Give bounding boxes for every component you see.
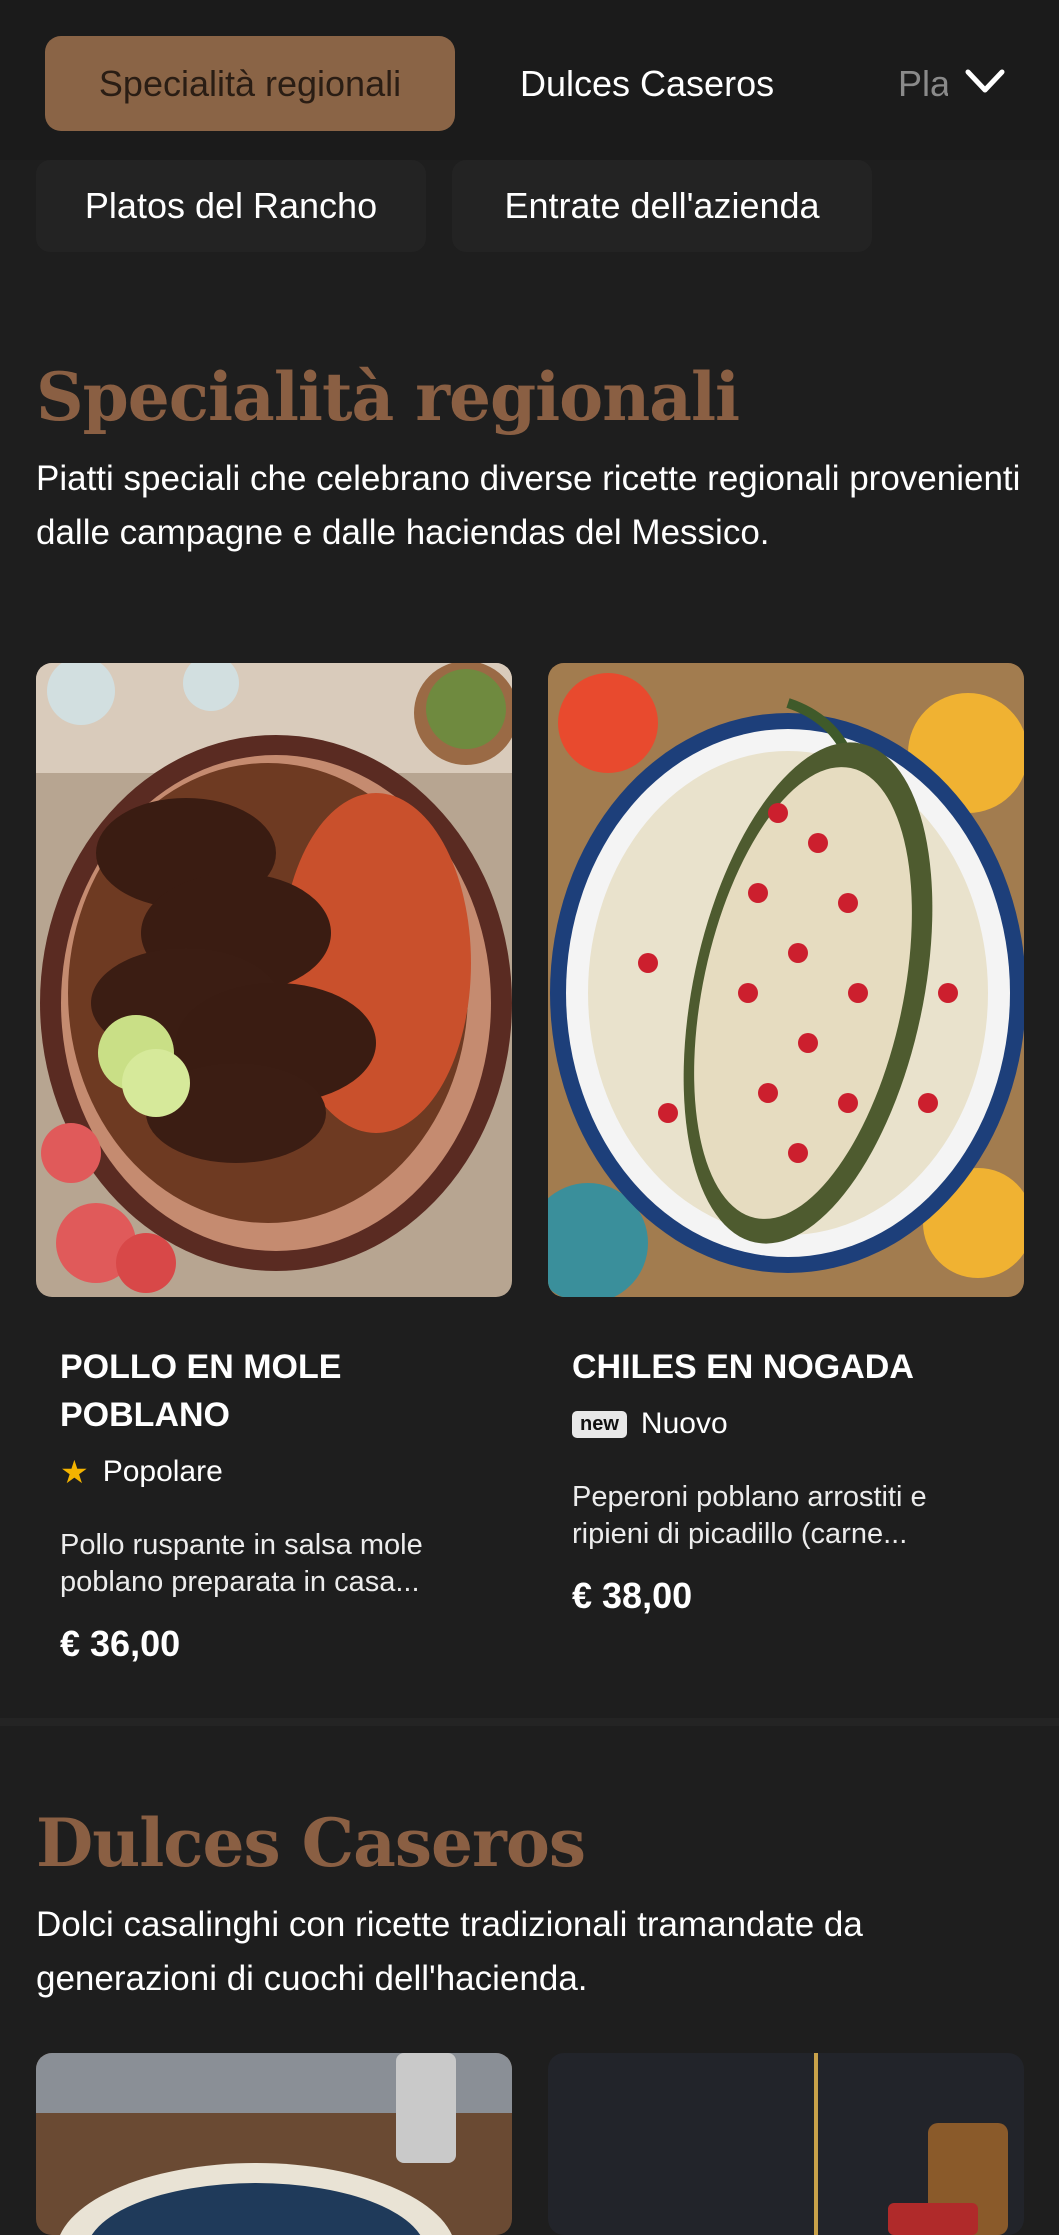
star-icon: ★	[60, 1454, 89, 1490]
section-description: Dolci casalinghi con ricette tradizional…	[36, 1905, 863, 1998]
dish-image-pollo-en-mole	[36, 663, 512, 1297]
section-title: Dulces Caseros	[36, 1804, 586, 1882]
menu-item-tag: ★ Popolare	[60, 1453, 223, 1491]
section-title: Specialità regionali	[36, 358, 740, 436]
category-tabs-row-2: Platos del Rancho Entrate dell'azienda	[0, 160, 1059, 260]
menu-item-tag: new Nuovo	[572, 1407, 728, 1441]
menu-item-price: € 36,00	[60, 1623, 181, 1664]
menu-item-card[interactable]	[36, 2053, 512, 2235]
menu-item-price: € 38,00	[572, 1575, 693, 1616]
section-divider	[0, 1718, 1059, 1726]
dish-image	[36, 2053, 512, 2235]
tab-dulces-caseros[interactable]: Dulces Caseros	[520, 36, 774, 131]
menu-item-description: Peperoni poblano arrostiti e ripieni di …	[572, 1481, 927, 1550]
menu-item-card[interactable]: POLLO EN MOLE POBLANO ★ Popolare Pollo r…	[36, 663, 512, 1693]
dish-image-chiles-en-nogada	[548, 663, 1024, 1297]
category-tabbar: Specialità regionali Dulces Caseros Plat…	[0, 0, 1059, 160]
tag-label: Nuovo	[640, 1407, 728, 1440]
tab-platos-del-rancho[interactable]: Platos del Rancho	[36, 160, 426, 252]
dish-image	[548, 2053, 1024, 2235]
chevron-down-icon[interactable]	[960, 60, 1010, 104]
menu-item-name: POLLO EN MOLE POBLANO	[60, 1348, 342, 1434]
menu-item-name: CHILES EN NOGADA	[572, 1348, 914, 1386]
menu-item-card[interactable]	[548, 2053, 1024, 2235]
section-description: Piatti speciali che celebrano diverse ri…	[36, 459, 1021, 552]
new-badge: new	[572, 1410, 627, 1438]
menu-item-description: Pollo ruspante in salsa mole poblano pre…	[60, 1529, 423, 1598]
tab-platos-del-rancho-partial[interactable]: Platos del Rancho	[898, 36, 948, 131]
tab-entrate-dell-azienda[interactable]: Entrate dell'azienda	[452, 160, 872, 252]
menu-item-card[interactable]: CHILES EN NOGADA new Nuovo Peperoni pobl…	[548, 663, 1024, 1693]
tab-specialita-regionali[interactable]: Specialità regionali	[45, 36, 455, 131]
tag-label: Popolare	[102, 1455, 223, 1488]
